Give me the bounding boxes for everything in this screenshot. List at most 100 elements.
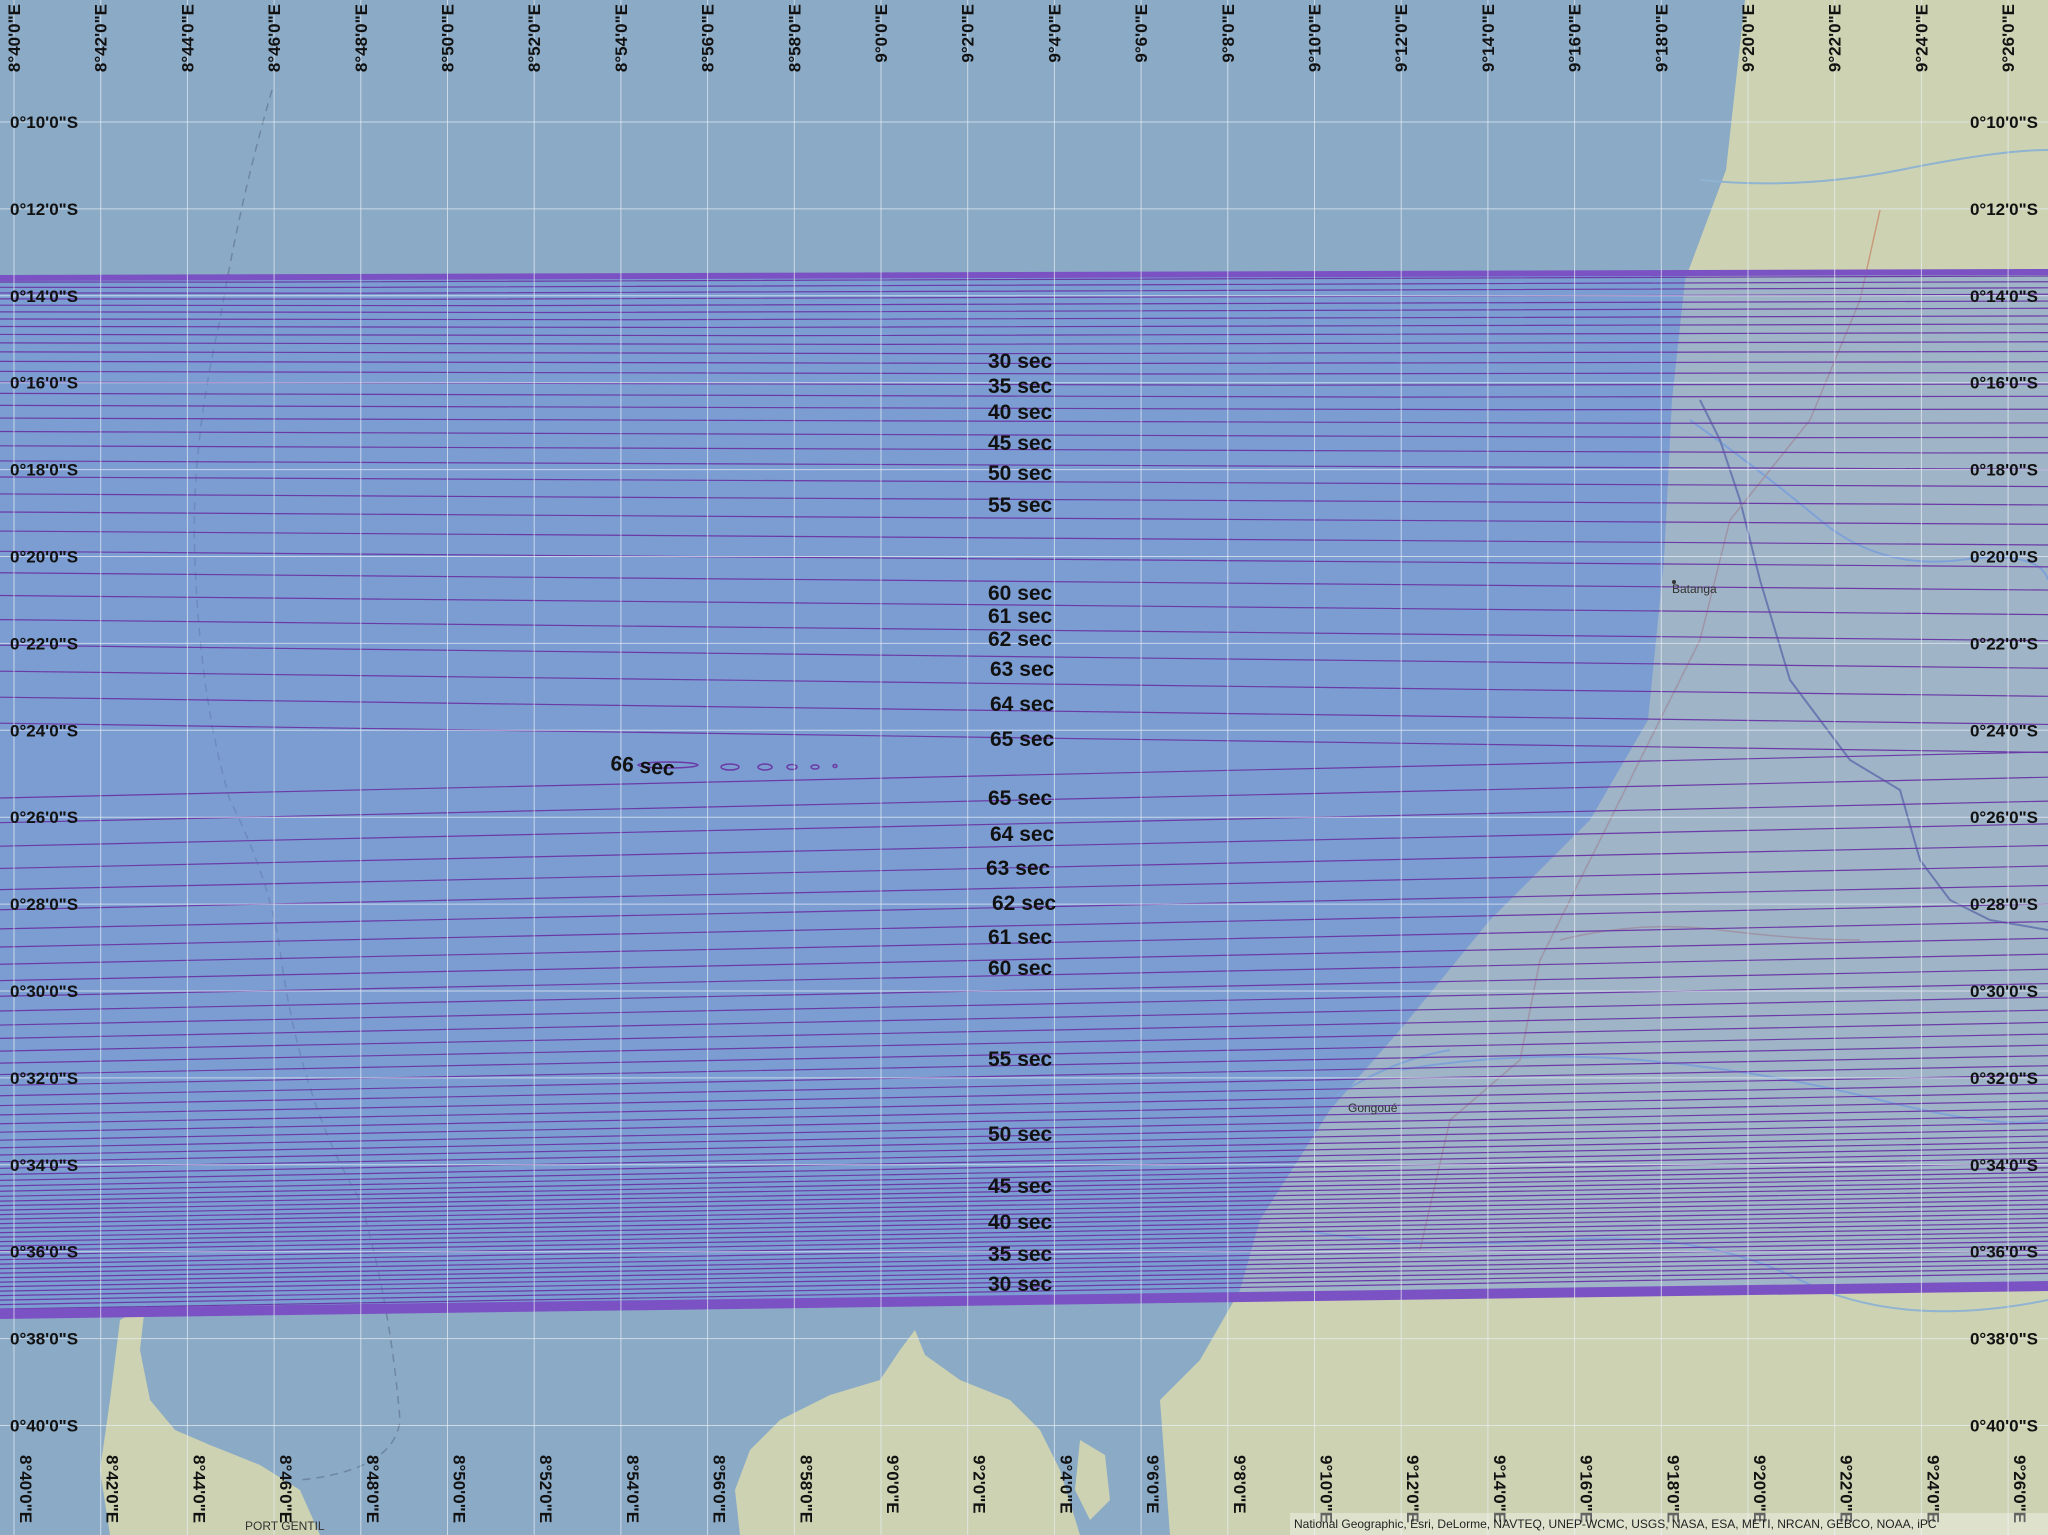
duration-label: 61 sec [988,926,1053,949]
duration-label: 30 sec [988,1273,1053,1296]
latitude-label-right: 0°18'0"S [1970,461,2038,480]
latitude-label-right: 0°10'0"S [1970,113,2038,132]
longitude-label-top: 9°16'0"E [1566,4,1585,72]
longitude-label-bottom: 9°20'0"E [1750,1455,1769,1523]
longitude-label-bottom: 9°4'0"E [1056,1455,1075,1514]
latitude-label-left: 0°14'0"S [10,287,78,306]
duration-label: 30 sec [988,350,1053,373]
longitude-label-bottom: 9°6'0"E [1143,1455,1162,1514]
latitude-label-left: 0°26'0"S [10,808,78,827]
latitude-label-right: 0°14'0"S [1970,287,2038,306]
longitude-label-bottom: 9°24'0"E [1923,1455,1942,1523]
latitude-label-right: 0°30'0"S [1970,982,2038,1001]
duration-label: 60 sec [988,957,1053,980]
duration-label: 50 sec [988,462,1053,485]
duration-label: 63 sec [990,658,1055,681]
longitude-label-top: 9°0'0"E [872,4,891,63]
longitude-label-top: 9°10'0"E [1306,4,1325,72]
longitude-label-bottom: 9°18'0"E [1663,1455,1682,1523]
duration-label: 65 sec [988,787,1053,810]
latitude-label-left: 0°22'0"S [10,634,78,653]
longitude-label-bottom: 9°14'0"E [1490,1455,1509,1523]
longitude-label-bottom: 9°12'0"E [1403,1455,1422,1523]
latitude-label-left: 0°36'0"S [10,1243,78,1262]
latitude-label-left: 0°20'0"S [10,548,78,567]
latitude-label-left: 0°32'0"S [10,1069,78,1088]
latitude-label-left: 0°30'0"S [10,982,78,1001]
latitude-label-right: 0°40'0"S [1970,1417,2038,1436]
latitude-label-left: 0°34'0"S [10,1156,78,1175]
duration-label: 35 sec [988,375,1053,398]
latitude-label-right: 0°28'0"S [1970,895,2038,914]
longitude-label-top: 9°18'0"E [1652,4,1671,72]
longitude-label-top: 8°48'0"E [352,4,371,72]
longitude-label-bottom: 8°58'0"E [796,1455,815,1523]
attribution-text: National Geographic, Esri, DeLorme, NAVT… [1294,1517,1937,1531]
latitude-label-left: 0°10'0"S [10,113,78,132]
longitude-label-top: 8°42'0"E [92,4,111,72]
duration-label: 65 sec [990,728,1055,751]
longitude-label-top: 9°8'0"E [1219,4,1238,63]
longitude-label-bottom: 9°2'0"E [970,1455,989,1514]
latitude-label-right: 0°36'0"S [1970,1243,2038,1262]
duration-label: 40 sec [988,1211,1053,1234]
longitude-label-bottom: 9°0'0"E [883,1455,902,1514]
duration-label: 55 sec [988,494,1053,517]
duration-label: 62 sec [992,892,1057,915]
duration-label: 55 sec [988,1048,1053,1071]
longitude-label-top: 9°26'0"E [1999,4,2018,72]
longitude-label-top: 9°14'0"E [1479,4,1498,72]
longitude-label-bottom: 8°52'0"E [536,1455,555,1523]
longitude-label-bottom: 8°56'0"E [710,1455,729,1523]
longitude-label-bottom: 8°50'0"E [450,1455,469,1523]
longitude-label-top: 9°4'0"E [1045,4,1064,63]
latitude-label-left: 0°40'0"S [10,1417,78,1436]
latitude-label-right: 0°22'0"S [1970,634,2038,653]
longitude-label-top: 8°44'0"E [178,4,197,72]
latitude-label-right: 0°32'0"S [1970,1069,2038,1088]
longitude-label-top: 9°24'0"E [1912,4,1931,72]
duration-label: 35 sec [988,1243,1053,1266]
longitude-label-top: 9°22'0"E [1826,4,1845,72]
duration-label: 45 sec [988,432,1053,455]
longitude-label-top: 8°56'0"E [699,4,718,72]
eclipse-duration-map: Batanga Gongoué PORT GENTIL 30 sec 35 se… [0,0,2048,1535]
longitude-label-top: 9°6'0"E [1132,4,1151,63]
duration-label: 60 sec [988,582,1053,605]
place-label-batanga: Batanga [1672,582,1717,596]
longitude-label-top: 8°58'0"E [785,4,804,72]
longitude-label-bottom: 9°16'0"E [1577,1455,1596,1523]
longitude-label-bottom: 8°46'0"E [276,1455,295,1523]
longitude-label-bottom: 9°8'0"E [1230,1455,1249,1514]
latitude-label-right: 0°12'0"S [1970,200,2038,219]
longitude-label-top: 8°54'0"E [612,4,631,72]
longitude-label-bottom: 9°26'0"E [2010,1455,2029,1523]
longitude-label-bottom: 8°48'0"E [363,1455,382,1523]
longitude-label-bottom: 8°44'0"E [189,1455,208,1523]
longitude-label-top: 9°20'0"E [1739,4,1758,72]
latitude-label-right: 0°38'0"S [1970,1330,2038,1349]
duration-label: 40 sec [988,401,1053,424]
longitude-label-bottom: 8°40'0"E [16,1455,35,1523]
duration-label: 64 sec [990,693,1055,716]
duration-label: 45 sec [988,1175,1053,1198]
duration-label: 61 sec [988,605,1053,628]
place-label-gongoue: Gongoué [1348,1101,1398,1115]
latitude-label-left: 0°12'0"S [10,200,78,219]
longitude-label-top: 8°50'0"E [439,4,458,72]
latitude-label-right: 0°20'0"S [1970,548,2038,567]
latitude-label-right: 0°34'0"S [1970,1156,2038,1175]
longitude-label-top: 8°40'0"E [5,4,24,72]
longitude-label-bottom: 8°54'0"E [623,1455,642,1523]
longitude-label-top: 8°46'0"E [265,4,284,72]
longitude-label-top: 9°12'0"E [1392,4,1411,72]
latitude-label-right: 0°26'0"S [1970,808,2038,827]
latitude-label-left: 0°38'0"S [10,1330,78,1349]
latitude-label-left: 0°28'0"S [10,895,78,914]
longitude-label-bottom: 9°22'0"E [1837,1455,1856,1523]
latitude-label-right: 0°24'0"S [1970,721,2038,740]
place-marker-batanga [1672,580,1676,584]
duration-label: 62 sec [988,628,1053,651]
duration-label: 50 sec [988,1123,1053,1146]
longitude-label-bottom: 9°10'0"E [1317,1455,1336,1523]
